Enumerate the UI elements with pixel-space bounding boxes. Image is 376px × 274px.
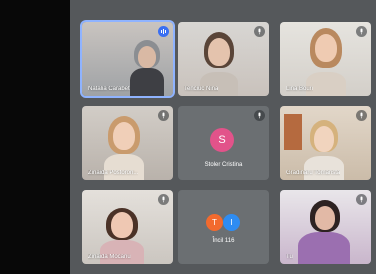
- person-face: [315, 206, 335, 230]
- person-face: [113, 122, 135, 150]
- avatar-initial: S: [218, 134, 226, 146]
- left-black-strip: [0, 0, 70, 274]
- person-face: [138, 46, 156, 68]
- participant-name: Stoler Cristina: [204, 162, 243, 168]
- participant-tile-self[interactable]: Tu: [280, 190, 371, 264]
- microphone-icon: [356, 110, 367, 121]
- person-face: [111, 212, 133, 238]
- microphone-icon: [158, 110, 169, 121]
- microphone-icon: [356, 26, 367, 37]
- person-figure: [200, 72, 238, 96]
- person-face: [208, 38, 230, 66]
- avatar: T: [206, 214, 223, 231]
- participant-name: Încil 116: [212, 238, 235, 244]
- participant-name: Lina Bouri: [286, 86, 314, 92]
- avatar-initial: T: [212, 218, 217, 227]
- participant-name: Zinaida Mocanu: [88, 254, 131, 260]
- participant-tile-zinaida-mocanu[interactable]: Zinaida Mocanu: [82, 190, 173, 264]
- person-figure: [298, 232, 350, 264]
- person-face: [315, 34, 337, 62]
- participant-tile-incil-116[interactable]: T I Încil 116: [178, 190, 269, 264]
- person-figure: [104, 154, 144, 180]
- microphone-icon: [356, 194, 367, 205]
- microphone-icon: [254, 110, 265, 121]
- avatar-group: T I: [206, 214, 240, 232]
- participant-tile-zinaida-postoron[interactable]: Zinaida Postoron...: [82, 106, 173, 180]
- participant-tile-stoler-cristina[interactable]: S Stoler Cristina: [178, 106, 269, 180]
- participant-tile-gradinaru-tomarista[interactable]: Gradinaru Tomarista: [280, 106, 371, 180]
- participant-name: Zinaida Postoron...: [88, 170, 139, 176]
- participant-name: Gradinaru Tomarista: [286, 170, 341, 176]
- avatar: I: [223, 214, 240, 231]
- participant-tile-tenciuc-nina[interactable]: Tenciuc Nina: [178, 22, 269, 96]
- background-shelf: [284, 114, 302, 150]
- speaking-indicator-icon: [158, 26, 169, 37]
- person-figure: [100, 240, 144, 264]
- microphone-icon: [158, 194, 169, 205]
- avatar: S: [210, 128, 234, 152]
- participant-name: Tenciuc Nina: [184, 86, 219, 92]
- microphone-icon: [254, 26, 265, 37]
- participant-name: Tu: [286, 254, 293, 260]
- participant-tile-lina-bouri[interactable]: Lina Bouri: [280, 22, 371, 96]
- participant-tile-natalia-carabet[interactable]: Natalia Carabet: [82, 22, 173, 96]
- participant-name: Natalia Carabet: [88, 86, 130, 92]
- person-face: [314, 126, 334, 152]
- person-figure: [130, 68, 164, 96]
- person-figure: [306, 72, 346, 96]
- person-figure: [304, 156, 344, 180]
- avatar-initial: I: [230, 218, 233, 227]
- video-grid: Natalia Carabet Tenciuc Nina Lina Bouri …: [70, 0, 376, 274]
